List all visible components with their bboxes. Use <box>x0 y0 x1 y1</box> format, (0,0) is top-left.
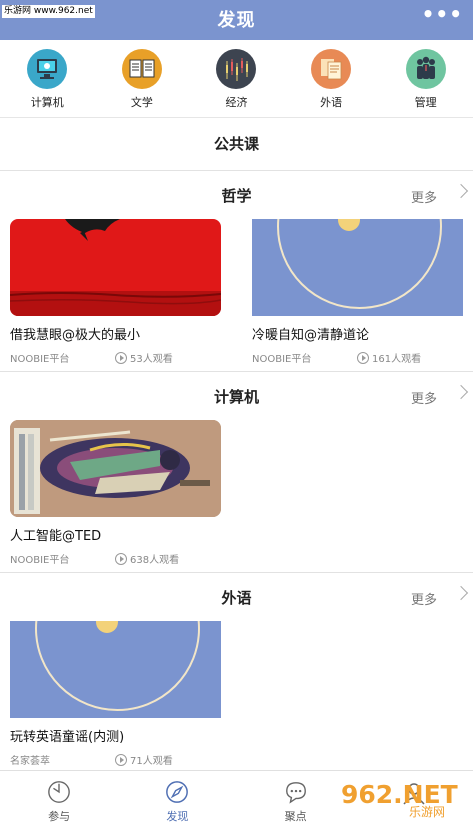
tab-label: 发现 <box>166 810 189 823</box>
course-title: 玩转英语童谣(内测) <box>10 730 125 745</box>
section-header-language: 外语 更多 <box>0 574 473 620</box>
tab-label: 参与 <box>48 810 71 823</box>
course-thumbnail[interactable] <box>252 219 463 316</box>
category-bar: 计算机 文学 经济 外语 管理 <box>0 40 473 118</box>
category-label: 计算机 <box>30 96 64 109</box>
divider <box>0 572 473 573</box>
view-count: 161人观看 <box>372 354 422 365</box>
view-count: 638人观看 <box>130 555 180 566</box>
category-label: 经济 <box>225 96 248 109</box>
course-thumbnail[interactable] <box>10 219 221 316</box>
course-source: NOOBIE平台 <box>10 354 70 365</box>
book-icon <box>121 49 162 89</box>
section-header-computer: 计算机 更多 <box>0 373 473 419</box>
course-title: 借我慧眼@极大的最小 <box>10 328 141 343</box>
category-management[interactable]: 管理 <box>378 40 473 117</box>
more-link[interactable]: 更多 <box>411 589 437 608</box>
category-label: 文学 <box>130 96 153 109</box>
tab-label: 聚点 <box>284 810 307 823</box>
document-icon <box>311 49 352 89</box>
view-count: 71人观看 <box>130 756 173 767</box>
category-economics[interactable]: 经济 <box>189 40 284 117</box>
brand-watermark: 962.NET 乐游网 <box>339 776 467 819</box>
category-literature[interactable]: 文学 <box>95 40 190 117</box>
compass-icon <box>166 781 189 803</box>
site-watermark: 乐游网 www.962.net <box>2 5 95 18</box>
play-icon <box>115 753 127 766</box>
play-icon <box>115 552 127 565</box>
course-source: NOOBIE平台 <box>252 354 312 365</box>
course-source: NOOBIE平台 <box>10 555 70 566</box>
course-title: 冷暖自知@清静道论 <box>252 328 370 343</box>
category-label: 管理 <box>414 96 437 109</box>
course-card[interactable]: 人工智能@TED NOOBIE平台 638人观看 <box>10 420 221 566</box>
category-label: 外语 <box>320 96 343 109</box>
category-language[interactable]: 外语 <box>284 40 379 117</box>
course-card[interactable]: 玩转英语童谣(内测) 名家荟萃 71人观看 <box>10 621 221 767</box>
course-thumbnail[interactable] <box>10 621 221 718</box>
people-icon <box>405 49 446 89</box>
course-card[interactable]: 借我慧眼@极大的最小 NOOBIE平台 53人观看 <box>10 219 221 365</box>
more-link[interactable]: 更多 <box>411 388 437 407</box>
chart-icon <box>216 49 257 89</box>
course-thumbnail[interactable] <box>10 420 221 517</box>
tab-participate[interactable]: 参与 <box>0 771 118 824</box>
divider <box>0 170 473 171</box>
view-count: 53人观看 <box>130 354 173 365</box>
divider <box>0 371 473 372</box>
chat-bubble-icon <box>285 782 306 804</box>
more-link[interactable]: 更多 <box>411 187 437 206</box>
public-course-heading: 公共课 <box>213 135 259 153</box>
section-title: 哲学 <box>221 187 252 205</box>
course-card[interactable]: 冷暖自知@清静道论 NOOBIE平台 161人观看 <box>252 219 463 365</box>
play-icon <box>357 351 369 364</box>
section-title: 外语 <box>221 589 252 607</box>
section-title: 计算机 <box>213 388 259 406</box>
course-source: 名家荟萃 <box>10 756 50 767</box>
computer-icon <box>27 49 68 89</box>
section-header-philosophy: 哲学 更多 <box>0 172 473 218</box>
play-icon <box>115 351 127 364</box>
participate-icon <box>48 781 70 803</box>
tab-discover[interactable]: 发现 <box>118 771 236 824</box>
category-computer[interactable]: 计算机 <box>0 40 95 117</box>
tab-gather[interactable]: 聚点 <box>237 771 355 824</box>
watermark-subtext: 乐游网 <box>409 805 445 818</box>
course-title: 人工智能@TED <box>10 529 102 544</box>
more-menu-button[interactable]: ••• <box>422 2 463 26</box>
